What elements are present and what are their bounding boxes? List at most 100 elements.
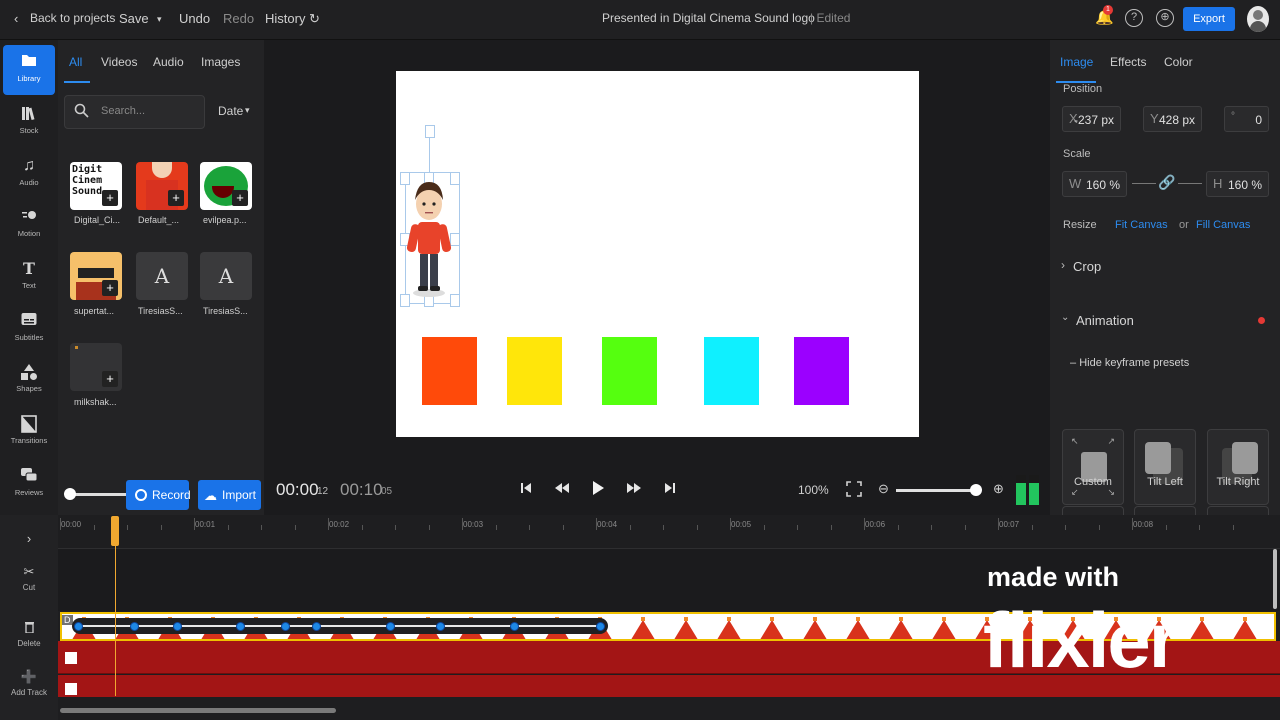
rail-item-motion[interactable]: Motion <box>3 200 55 250</box>
animation-section-toggle[interactable]: Animation <box>1076 313 1134 328</box>
slider-handle[interactable] <box>64 488 76 500</box>
search-box[interactable] <box>64 95 205 129</box>
tab-audio[interactable]: Audio <box>153 55 184 69</box>
asset-thumb[interactable]: + <box>200 162 252 210</box>
delete-button[interactable]: Delete <box>0 621 58 648</box>
fullscreen-icon[interactable] <box>846 481 862 500</box>
rotation-handle[interactable] <box>425 125 435 138</box>
crop-section-toggle[interactable]: Crop <box>1073 259 1101 274</box>
width-field[interactable]: W 160 % <box>1062 171 1127 197</box>
asset-thumb[interactable]: + <box>70 343 122 391</box>
keyframe-dot[interactable] <box>130 622 139 631</box>
tab-all[interactable]: All <box>69 55 82 69</box>
track-checkbox[interactable] <box>65 652 77 664</box>
add-icon[interactable]: + <box>168 190 184 206</box>
project-title[interactable]: Presented in Digital Cinema Sound logo <box>602 11 815 25</box>
preset-custom[interactable]: ↖ ↗ ↙ ↘ <box>1062 429 1124 505</box>
vertical-scrollbar[interactable] <box>1273 549 1277 609</box>
tab-images[interactable]: Images <box>201 55 240 69</box>
x-field[interactable]: X -237 px <box>1062 106 1121 132</box>
tab-videos[interactable]: Videos <box>101 55 137 69</box>
rail-item-transitions[interactable]: Transitions <box>3 407 55 457</box>
rail-item-audio[interactable]: ♫ Audio <box>3 149 55 199</box>
hide-presets-toggle[interactable]: – Hide keyframe presets <box>1070 357 1189 369</box>
asset-thumb[interactable]: + <box>70 252 122 300</box>
redo-button[interactable]: Redo <box>223 11 254 26</box>
color-block-orange[interactable] <box>422 337 477 405</box>
tab-image[interactable]: Image <box>1060 55 1093 69</box>
chevron-right-icon[interactable]: › <box>1061 258 1065 272</box>
rewind-icon[interactable] <box>554 481 570 498</box>
add-icon[interactable]: + <box>102 280 118 296</box>
add-icon[interactable]: + <box>232 190 248 206</box>
chevron-left-icon[interactable]: ‹ <box>14 11 18 26</box>
asset-thumb[interactable]: A <box>136 252 188 300</box>
zoom-in-icon[interactable]: ⊕ <box>993 481 1004 497</box>
keyframe-dot[interactable] <box>510 622 519 631</box>
keyframe-dot[interactable] <box>74 622 83 631</box>
fit-canvas-link[interactable]: Fit Canvas <box>1115 219 1168 231</box>
rail-item-text[interactable]: T Text <box>3 252 55 302</box>
preset-tilt-right[interactable] <box>1207 429 1269 505</box>
character-figure[interactable] <box>405 178 455 300</box>
keyframe-dot[interactable] <box>436 622 445 631</box>
export-button[interactable]: Export <box>1183 7 1235 31</box>
color-block-green[interactable] <box>602 337 657 405</box>
keyframe-dot[interactable] <box>173 622 182 631</box>
tab-effects[interactable]: Effects <box>1110 55 1146 69</box>
thumb-size-slider[interactable] <box>68 493 128 496</box>
avatar[interactable] <box>1247 6 1269 32</box>
history-button[interactable]: History <box>265 11 305 26</box>
zoom-level[interactable]: 100% <box>798 483 829 497</box>
fill-canvas-link[interactable]: Fill Canvas <box>1196 219 1250 231</box>
tab-color[interactable]: Color <box>1164 55 1193 69</box>
keyframe-dot[interactable] <box>596 622 605 631</box>
rail-item-shapes[interactable]: Shapes <box>3 355 55 405</box>
zoom-slider[interactable] <box>896 489 978 492</box>
track-checkbox[interactable] <box>65 683 77 695</box>
color-block-yellow[interactable] <box>507 337 562 405</box>
asset-thumb[interactable]: Digit Cinem Sound + <box>70 162 122 210</box>
globe-icon[interactable]: ⊕ <box>1156 9 1174 27</box>
y-field[interactable]: Y 428 px <box>1143 106 1202 132</box>
link-icon[interactable]: 🔗 <box>1158 174 1175 191</box>
rotation-field[interactable]: ° 0 <box>1224 106 1269 132</box>
help-icon[interactable]: ? <box>1125 9 1143 27</box>
timeline-ruler[interactable] <box>58 515 1280 549</box>
save-dropdown-icon[interactable]: ▾ <box>157 14 162 25</box>
add-track-button[interactable]: ➕ Add Track <box>0 669 58 697</box>
keyframe-dot[interactable] <box>281 622 290 631</box>
horizontal-scrollbar[interactable] <box>60 708 336 713</box>
asset-thumb[interactable]: A <box>200 252 252 300</box>
cut-button[interactable]: ✂ Cut <box>0 564 58 592</box>
search-input[interactable] <box>101 105 201 117</box>
fast-forward-icon[interactable] <box>626 481 642 498</box>
skip-end-icon[interactable] <box>663 481 677 498</box>
zoom-out-icon[interactable]: ⊖ <box>878 481 889 497</box>
chevron-down-icon[interactable]: ⌄ <box>1061 312 1069 323</box>
import-button[interactable]: ☁ Import <box>198 480 261 510</box>
zoom-slider-handle[interactable] <box>970 484 982 496</box>
rail-item-subtitles[interactable]: Subtitles <box>3 304 55 354</box>
undo-button[interactable]: Undo <box>179 11 210 26</box>
play-icon[interactable] <box>591 480 605 499</box>
record-button[interactable]: Record <box>126 480 191 510</box>
preset-tilt-left[interactable] <box>1134 429 1196 505</box>
expand-icon[interactable]: › <box>0 531 58 546</box>
color-block-purple[interactable] <box>794 337 849 405</box>
rail-item-stock[interactable]: Stock <box>3 97 55 147</box>
save-button[interactable]: Save <box>119 11 149 26</box>
chevron-down-icon[interactable]: ▾ <box>245 105 250 116</box>
asset-thumb[interactable]: + <box>136 162 188 210</box>
keyframe-dot[interactable] <box>386 622 395 631</box>
keyframe-dot[interactable] <box>312 622 321 631</box>
rail-item-library[interactable]: Library <box>3 45 55 95</box>
add-icon[interactable]: + <box>102 190 118 206</box>
height-field[interactable]: H 160 % <box>1206 171 1269 197</box>
color-block-cyan[interactable] <box>704 337 759 405</box>
back-to-projects-link[interactable]: Back to projects <box>30 11 115 25</box>
playhead-handle[interactable] <box>111 516 119 546</box>
sort-dropdown[interactable]: Date <box>218 104 243 118</box>
add-icon[interactable]: + <box>102 371 118 387</box>
rail-item-reviews[interactable]: Reviews <box>3 459 55 509</box>
